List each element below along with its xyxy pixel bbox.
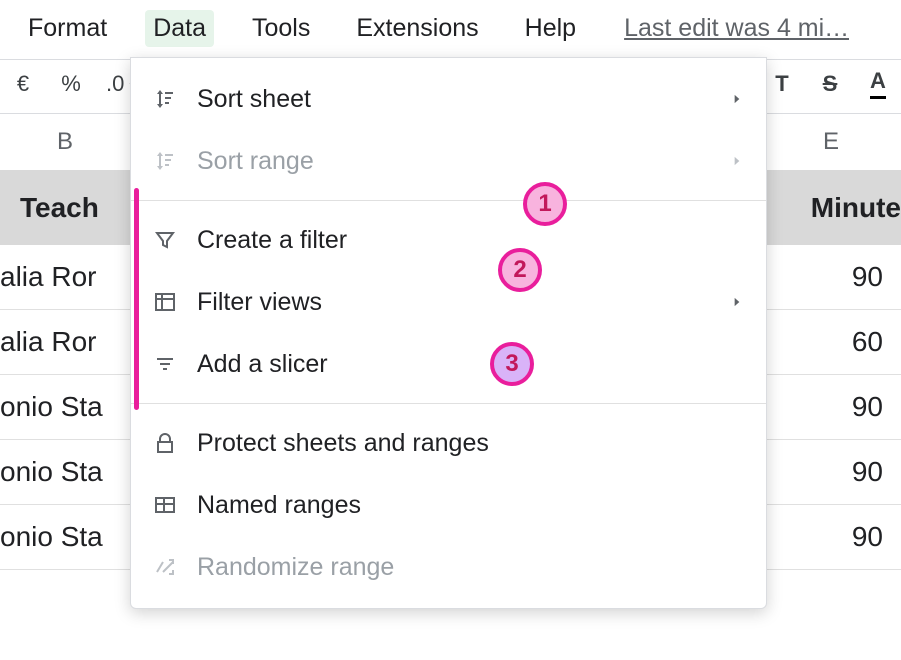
menu-randomize-range-label: Randomize range	[197, 553, 744, 582]
text-color-button[interactable]: A	[865, 68, 891, 99]
menu-separator	[131, 403, 766, 404]
menu-protect-sheets-label: Protect sheets and ranges	[197, 429, 744, 458]
menu-add-slicer[interactable]: Add a slicer	[131, 333, 766, 395]
annotation-badge-1: 1	[523, 182, 567, 226]
slicer-icon	[153, 352, 197, 376]
menu-filter-views-label: Filter views	[197, 288, 730, 317]
menu-sort-sheet[interactable]: Sort sheet	[131, 68, 766, 130]
menu-create-filter-label: Create a filter	[197, 226, 744, 255]
cell-teacher[interactable]: alia Ror	[0, 310, 130, 374]
randomize-icon	[153, 555, 197, 579]
filter-icon	[153, 228, 197, 252]
menu-sort-range-label: Sort range	[197, 147, 730, 176]
currency-format-button[interactable]: €	[10, 71, 36, 97]
menu-protect-sheets[interactable]: Protect sheets and ranges	[131, 412, 766, 474]
sort-range-icon	[153, 149, 197, 173]
column-header-B[interactable]: B	[0, 114, 130, 170]
menu-extensions[interactable]: Extensions	[348, 10, 486, 47]
header-minutes[interactable]: Minute	[761, 170, 901, 245]
menu-randomize-range: Randomize range	[131, 536, 766, 598]
menubar: Format Data Tools Extensions Help Last e…	[0, 0, 901, 59]
strikethrough-button[interactable]: S	[817, 71, 843, 97]
decimal-format-label: .0	[106, 71, 124, 97]
sort-sheet-icon	[153, 87, 197, 111]
menu-tools[interactable]: Tools	[244, 10, 318, 47]
submenu-arrow-icon	[730, 295, 744, 309]
cell-teacher[interactable]: onio Sta	[0, 375, 130, 439]
named-ranges-icon	[153, 493, 197, 517]
header-teacher[interactable]: Teach	[0, 170, 130, 245]
annotation-badge-2: 2	[498, 248, 542, 292]
data-menu-dropdown: Sort sheet Sort range Create a filter Fi…	[130, 57, 767, 609]
cell-minutes[interactable]: 90	[761, 375, 901, 439]
menu-separator	[131, 200, 766, 201]
menu-sort-range: Sort range	[131, 130, 766, 192]
annotation-badge-3: 3	[490, 342, 534, 386]
menu-named-ranges-label: Named ranges	[197, 491, 744, 520]
cell-teacher[interactable]: onio Sta	[0, 505, 130, 569]
menu-add-slicer-label: Add a slicer	[197, 350, 744, 379]
cell-minutes[interactable]: 90	[761, 505, 901, 569]
menu-create-filter[interactable]: Create a filter	[131, 209, 766, 271]
menu-filter-views[interactable]: Filter views	[131, 271, 766, 333]
cell-minutes[interactable]: 90	[761, 440, 901, 504]
toolbar-item-t[interactable]: T	[769, 71, 795, 97]
cell-minutes[interactable]: 90	[761, 245, 901, 309]
text-color-label: A	[870, 68, 886, 99]
annotation-highlight-bar	[134, 188, 139, 410]
cell-teacher[interactable]: onio Sta	[0, 440, 130, 504]
menu-help[interactable]: Help	[517, 10, 584, 47]
menu-data[interactable]: Data	[145, 10, 214, 47]
lock-icon	[153, 431, 197, 455]
menu-sort-sheet-label: Sort sheet	[197, 85, 730, 114]
cell-teacher[interactable]: alia Ror	[0, 245, 130, 309]
submenu-arrow-icon	[730, 92, 744, 106]
column-header-E[interactable]: E	[761, 114, 901, 170]
submenu-arrow-icon	[730, 154, 744, 168]
cell-minutes[interactable]: 60	[761, 310, 901, 374]
menu-format[interactable]: Format	[20, 10, 115, 47]
last-edit-link[interactable]: Last edit was 4 mi…	[624, 14, 849, 43]
menu-named-ranges[interactable]: Named ranges	[131, 474, 766, 536]
percent-format-button[interactable]: %	[58, 71, 84, 97]
filter-views-icon	[153, 290, 197, 314]
